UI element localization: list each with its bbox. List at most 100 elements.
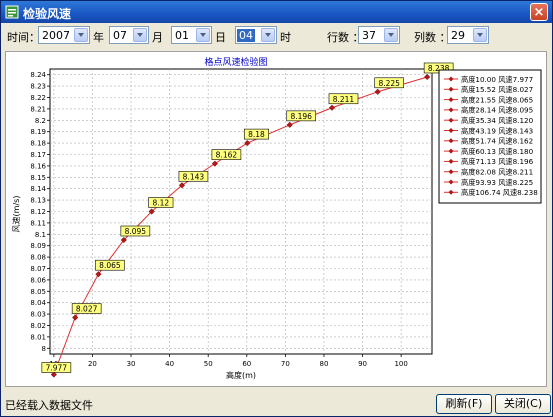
x-tick-label: 60	[242, 360, 251, 368]
title-bar[interactable]: 检验风速 ×	[1, 1, 552, 23]
data-label: 7.977	[46, 364, 68, 373]
chevron-down-icon[interactable]	[196, 28, 210, 42]
chevron-down-icon[interactable]	[133, 28, 147, 42]
chart-title: 格点风速检验图	[204, 56, 267, 68]
year-unit: 年	[93, 31, 104, 44]
day-value: 01	[175, 29, 189, 42]
y-axis-label: 风速(m/s)	[12, 196, 21, 233]
status-text: 已经载入数据文件	[5, 399, 93, 412]
month-unit: 月	[152, 31, 163, 44]
y-tick-label: 8.04	[30, 299, 46, 307]
x-tick-label: 80	[319, 360, 328, 368]
data-label-group: 8.143	[178, 170, 209, 182]
legend-entry: 高度51.74 风速8.162	[461, 137, 533, 146]
data-label-group: 7.977	[41, 362, 72, 373]
data-label: 8.196	[290, 112, 312, 121]
y-tick-label: 8.08	[30, 254, 46, 262]
hour-unit: 时	[280, 31, 291, 44]
year-select[interactable]: 2007	[38, 26, 90, 44]
data-label: 8.225	[378, 79, 400, 88]
y-tick-label: 8.03	[30, 311, 46, 319]
y-tick-label: 8.14	[30, 185, 46, 193]
refresh-button[interactable]: 刷新(F)	[436, 394, 492, 414]
chevron-down-icon[interactable]	[473, 28, 487, 42]
x-axis-label: 高度(m)	[226, 370, 256, 380]
data-label-group: 8.196	[286, 110, 317, 122]
y-tick-label: 8.24	[30, 71, 46, 79]
y-tick-label: 8.12	[30, 208, 46, 216]
app-icon	[5, 5, 19, 19]
chevron-down-icon[interactable]	[384, 28, 398, 42]
legend-entry: 高度82.08 风速8.211	[461, 168, 533, 177]
time-label: 时间：	[7, 31, 40, 44]
data-label: 8.143	[183, 172, 205, 181]
y-tick-label: 8.11	[30, 219, 46, 227]
y-tick-label: 8.23	[30, 83, 46, 91]
data-label: 8.065	[99, 261, 121, 270]
x-tick-label: 20	[88, 360, 97, 368]
month-value: 07	[113, 29, 127, 42]
main-window: 检验风速 × 时间： 2007 年 07 月 01 日 04 时 行数 ： 37…	[0, 0, 553, 417]
x-tick-label: 30	[127, 360, 136, 368]
wind-speed-chart: 格点风速检验图 8 8.01 8.02 8.03 8.04 8.05 8.06 8.07 8.0…	[12, 56, 542, 380]
cols-label: 列数 ：	[414, 31, 451, 44]
close-button[interactable]: 关闭(C)	[495, 394, 551, 414]
year-value: 2007	[42, 29, 70, 42]
legend-entry: 高度106.74 风速8.238	[461, 188, 538, 197]
legend-entry: 高度93.93 风速8.225	[461, 178, 533, 187]
data-label-group: 8.065	[95, 259, 125, 271]
legend-entry: 高度28.14 风速8.095	[461, 106, 533, 115]
data-label: 8.095	[125, 227, 147, 236]
y-tick-label: 8.06	[30, 276, 46, 284]
day-select[interactable]: 01	[171, 26, 212, 44]
y-tick-label: 8.21	[30, 105, 46, 113]
legend-entry: 高度21.55 风速8.065	[461, 95, 533, 104]
data-label: 8.12	[152, 199, 169, 208]
y-axis-ticks: 8 8.01 8.02 8.03 8.04 8.05 8.06 8.07 8.08 8.09 8.1…	[30, 71, 50, 353]
month-select[interactable]: 07	[109, 26, 149, 44]
rows-value: 37	[362, 29, 376, 42]
cols-select[interactable]: 29	[447, 26, 489, 44]
y-tick-label: 8.05	[30, 288, 46, 296]
legend-entry: 高度43.19 风速8.143	[461, 126, 533, 135]
y-tick-label: 8.02	[30, 322, 46, 330]
data-label: 8.162	[216, 151, 238, 160]
y-tick-label: 8.19	[30, 128, 46, 136]
data-label: 8.211	[333, 95, 355, 104]
x-axis-ticks: 102030405060708090100	[49, 354, 408, 368]
data-label-group: 8.12	[148, 197, 174, 208]
data-label: 8.027	[76, 305, 98, 314]
day-unit: 日	[215, 31, 226, 44]
data-label-group: 8.027	[71, 303, 102, 314]
legend-entry: 高度15.52 风速8.027	[461, 85, 533, 94]
y-tick-label: 8.1	[35, 231, 46, 239]
data-label-group: 8.211	[328, 93, 359, 105]
y-tick-label: 8.13	[30, 197, 46, 205]
x-tick-label: 90	[358, 360, 367, 368]
chevron-down-icon[interactable]	[74, 28, 88, 42]
legend-entry: 高度60.13 风速8.180	[461, 147, 534, 156]
hour-value: 04	[237, 29, 255, 42]
y-tick-label: 8.22	[30, 94, 46, 102]
data-label-group: 8.095	[120, 225, 151, 237]
rows-select[interactable]: 37	[358, 26, 400, 44]
chart-panel: 格点风速检验图 8 8.01 8.02 8.03 8.04 8.05 8.06 8.07 8.0…	[5, 51, 547, 387]
data-label-group: 8.18	[243, 128, 269, 140]
legend-entry: 高度35.34 风速8.120	[461, 116, 534, 125]
cols-value: 29	[451, 29, 465, 42]
y-tick-label: 8.18	[30, 140, 46, 148]
y-tick-label: 8	[42, 345, 46, 353]
y-tick-label: 8.16	[30, 162, 46, 170]
y-tick-label: 8.01	[30, 333, 46, 341]
data-label: 8.18	[248, 130, 265, 139]
legend-entry: 高度71.13 风速8.196	[461, 157, 534, 166]
close-icon[interactable]: ×	[530, 3, 548, 21]
y-tick-label: 8.07	[30, 265, 46, 273]
toolbar: 时间： 2007 年 07 月 01 日 04 时 行数 ： 37 列数 ： 2…	[1, 23, 552, 49]
y-tick-label: 8.2	[35, 117, 46, 125]
y-tick-label: 8.15	[30, 174, 46, 182]
x-tick-label: 50	[204, 360, 213, 368]
y-tick-label: 8.09	[30, 242, 46, 250]
hour-select[interactable]: 04	[235, 26, 277, 44]
chevron-down-icon[interactable]	[261, 28, 275, 42]
